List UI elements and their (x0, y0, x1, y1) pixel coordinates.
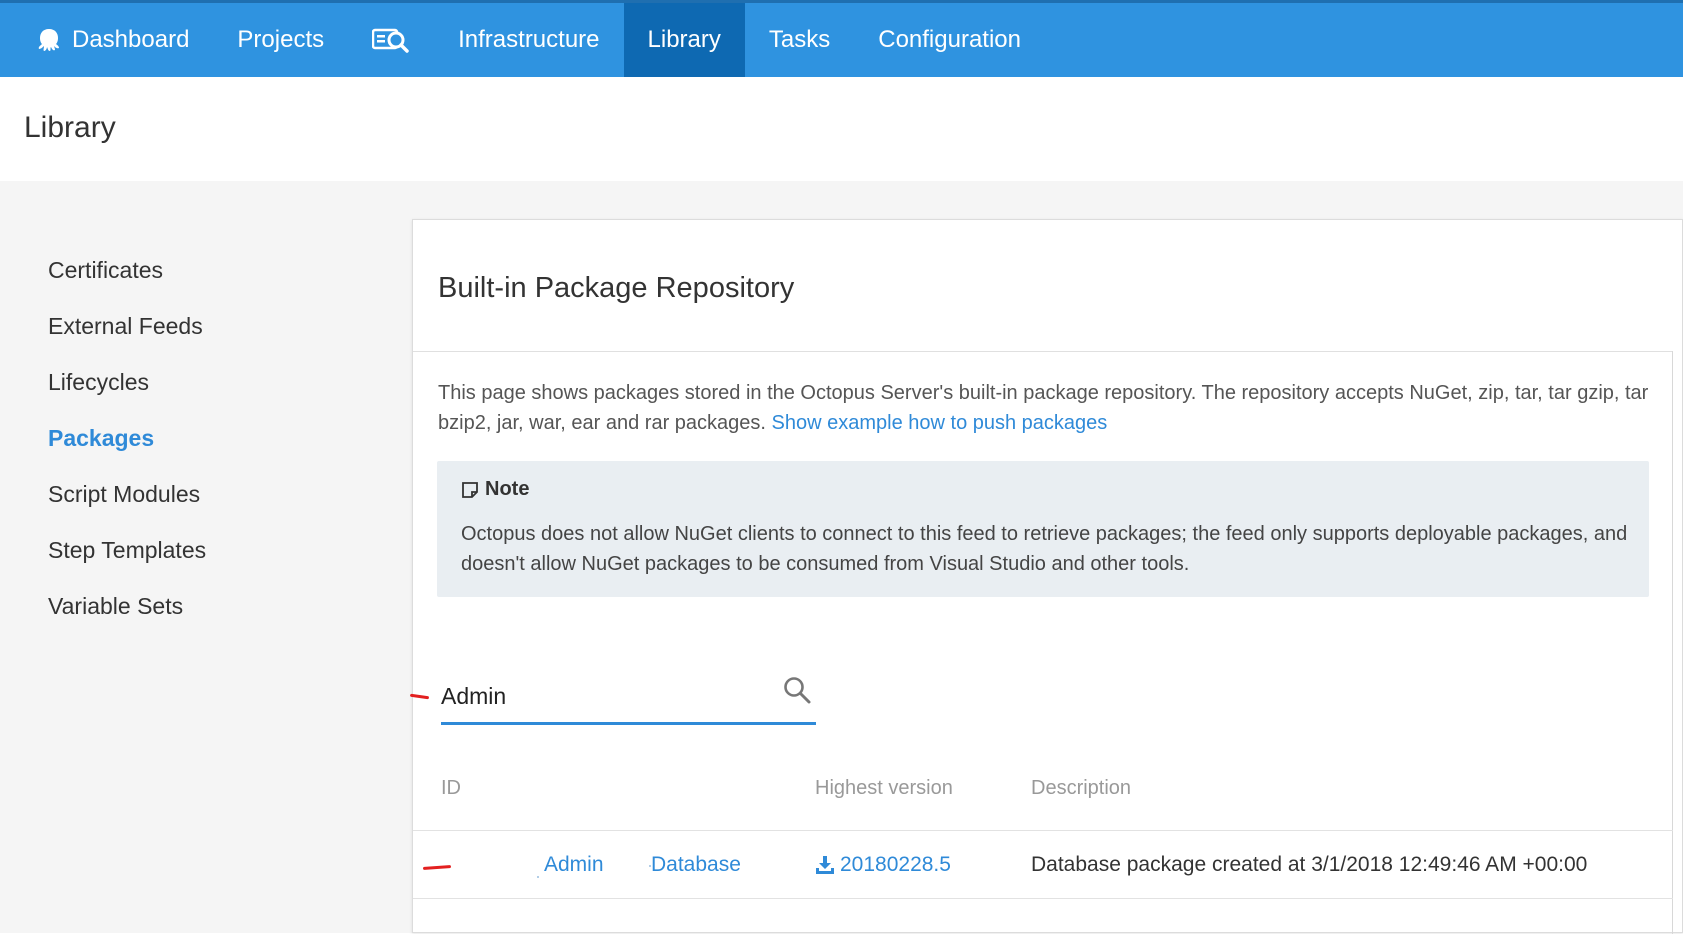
nav-library-label: Library (647, 26, 721, 53)
sidebar-item-script-modules[interactable]: Script Modules (48, 481, 200, 508)
push-packages-link[interactable]: Show example how to push packages (772, 412, 1108, 434)
panel-title: Built-in Package Repository (438, 272, 795, 304)
package-search (441, 667, 816, 725)
panel-divider (413, 351, 1673, 352)
note-icon (461, 481, 479, 499)
page-title: Library (24, 111, 116, 144)
nav-tasks[interactable]: Tasks (745, 3, 854, 77)
nav-configuration[interactable]: Configuration (854, 3, 1045, 77)
top-nav: Dashboard Projects Infrastructure Librar… (0, 0, 1683, 77)
package-id-part-database[interactable]: Database (651, 853, 741, 877)
nav-library[interactable]: Library (623, 3, 745, 77)
nav-configuration-label: Configuration (878, 26, 1021, 53)
nav-projects-label: Projects (237, 26, 325, 53)
search-icon[interactable] (782, 675, 812, 710)
main-panel: Built-in Package Repository This page sh… (409, 219, 1683, 934)
note-body: Octopus does not allow NuGet clients to … (461, 523, 1628, 575)
sidebar-item-external-feeds[interactable]: External Feeds (48, 313, 203, 340)
nav-tasks-label: Tasks (768, 26, 831, 53)
row-dot (537, 876, 539, 878)
note-header: Note (461, 478, 529, 501)
download-icon (815, 855, 835, 875)
sidebar-item-packages[interactable]: Packages (48, 425, 154, 452)
column-header-id[interactable]: ID (441, 777, 461, 800)
column-header-description[interactable]: Description (1031, 777, 1131, 800)
nav-dashboard[interactable]: Dashboard (0, 3, 213, 77)
octopus-icon (36, 27, 62, 53)
annotation-mark-row (422, 865, 452, 870)
column-header-version[interactable]: Highest version (815, 777, 953, 800)
nav-infrastructure[interactable]: Infrastructure (434, 3, 623, 77)
nav-infrastructure-label: Infrastructure (458, 26, 600, 53)
scrollbar-track[interactable] (1672, 351, 1673, 934)
nav-projects[interactable]: Projects (213, 3, 348, 77)
nav-search[interactable] (348, 3, 434, 77)
sidebar-item-certificates[interactable]: Certificates (48, 257, 163, 284)
package-version-label: 20180228.5 (840, 853, 951, 876)
note-title: Note (485, 478, 530, 500)
search-input[interactable] (441, 679, 771, 713)
sidebar: Certificates External Feeds Lifecycles P… (0, 181, 410, 933)
sidebar-item-step-templates[interactable]: Step Templates (48, 537, 206, 564)
sidebar-item-variable-sets[interactable]: Variable Sets (48, 593, 183, 620)
search-list-icon (372, 27, 410, 53)
annotation-mark-search (409, 693, 430, 700)
package-description: Database package created at 3/1/2018 12:… (1031, 853, 1588, 876)
table-row-divider (413, 898, 1673, 899)
table-header-divider (413, 830, 1673, 831)
title-bar: Library (0, 77, 1683, 181)
intro-text: This page shows packages stored in the O… (438, 378, 1663, 438)
nav-dashboard-label: Dashboard (72, 26, 190, 53)
package-version-link[interactable]: 20180228.5 (815, 853, 951, 877)
package-id-part-admin[interactable]: Admin (544, 853, 604, 877)
sidebar-item-lifecycles[interactable]: Lifecycles (48, 369, 149, 396)
note-box: Note Octopus does not allow NuGet client… (437, 461, 1649, 597)
